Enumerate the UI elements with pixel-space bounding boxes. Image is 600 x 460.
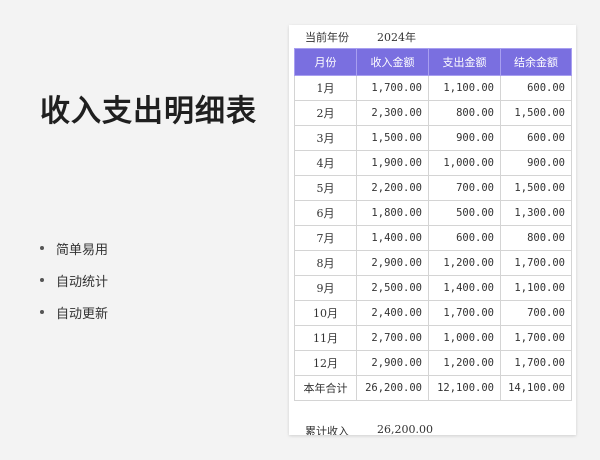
month-cell: 12月 bbox=[294, 350, 357, 376]
balance-cell: 1,500.00 bbox=[500, 100, 572, 126]
income-cell: 1,700.00 bbox=[356, 75, 429, 101]
table-row: 1月 1,700.00 1,100.00 600.00 bbox=[294, 75, 572, 101]
feature-item: 自动更新 bbox=[40, 296, 108, 328]
income-cell: 1,500.00 bbox=[356, 125, 429, 151]
header-balance: 结余金额 bbox=[500, 48, 572, 76]
table-row: 4月 1,900.00 1,000.00 900.00 bbox=[294, 150, 572, 176]
expense-cell: 1,000.00 bbox=[428, 150, 501, 176]
balance-cell: 600.00 bbox=[500, 75, 572, 101]
bullet-icon bbox=[40, 278, 44, 282]
spreadsheet-preview: 当前年份 2024年 月份 收入金额 支出金额 结余金额 1月 1,700.00 1… bbox=[289, 25, 576, 435]
feature-item: 自动统计 bbox=[40, 264, 108, 296]
cumulative-label: 累计收入 bbox=[305, 425, 349, 435]
balance-cell: 1,700.00 bbox=[500, 250, 572, 276]
feature-label: 简单易用 bbox=[56, 242, 109, 258]
header-month: 月份 bbox=[294, 48, 357, 76]
income-cell: 1,900.00 bbox=[356, 150, 429, 176]
balance-cell: 800.00 bbox=[500, 225, 572, 251]
feature-item: 简单易用 bbox=[40, 232, 108, 264]
ledger-table: 月份 收入金额 支出金额 结余金额 1月 1,700.00 1,100.00 600.… bbox=[294, 48, 572, 401]
month-cell: 4月 bbox=[294, 150, 357, 176]
expense-cell: 1,100.00 bbox=[428, 75, 501, 101]
table-row: 2月 2,300.00 800.00 1,500.00 bbox=[294, 100, 572, 126]
table-row: 11月 2,700.00 1,000.00 1,700.00 bbox=[294, 325, 572, 351]
month-cell: 本年合计 bbox=[294, 375, 357, 401]
table-row: 12月 2,900.00 1,200.00 1,700.00 bbox=[294, 350, 572, 376]
income-cell: 1,800.00 bbox=[356, 200, 429, 226]
expense-cell: 1,000.00 bbox=[428, 325, 501, 351]
month-cell: 1月 bbox=[294, 75, 357, 101]
expense-cell: 1,700.00 bbox=[428, 300, 501, 326]
feature-label: 自动统计 bbox=[56, 274, 109, 290]
feature-label: 自动更新 bbox=[56, 306, 109, 322]
month-cell: 8月 bbox=[294, 250, 357, 276]
expense-cell: 1,200.00 bbox=[428, 250, 501, 276]
balance-cell: 1,100.00 bbox=[500, 275, 572, 301]
balance-cell: 14,100.00 bbox=[500, 375, 572, 401]
month-cell: 3月 bbox=[294, 125, 357, 151]
table-body: 1月 1,700.00 1,100.00 600.00 2月 2,300.00 800.00… bbox=[294, 75, 572, 401]
year-value: 2024年 bbox=[377, 30, 416, 44]
cumulative-value: 26,200.00 bbox=[377, 423, 433, 435]
income-cell: 2,500.00 bbox=[356, 275, 429, 301]
expense-cell: 12,100.00 bbox=[428, 375, 501, 401]
income-cell: 2,400.00 bbox=[356, 300, 429, 326]
bullet-icon bbox=[40, 310, 44, 314]
month-cell: 5月 bbox=[294, 175, 357, 201]
month-cell: 11月 bbox=[294, 325, 357, 351]
table-row: 7月 1,400.00 600.00 800.00 bbox=[294, 225, 572, 251]
balance-cell: 700.00 bbox=[500, 300, 572, 326]
month-cell: 10月 bbox=[294, 300, 357, 326]
income-cell: 1,400.00 bbox=[356, 225, 429, 251]
balance-cell: 900.00 bbox=[500, 150, 572, 176]
expense-cell: 700.00 bbox=[428, 175, 501, 201]
balance-cell: 1,700.00 bbox=[500, 350, 572, 376]
table-row: 9月 2,500.00 1,400.00 1,100.00 bbox=[294, 275, 572, 301]
cumulative-row: 累计收入 26,200.00 bbox=[305, 423, 433, 435]
feature-list: 简单易用 自动统计 自动更新 bbox=[40, 232, 108, 328]
income-cell: 2,900.00 bbox=[356, 350, 429, 376]
expense-cell: 800.00 bbox=[428, 100, 501, 126]
month-cell: 9月 bbox=[294, 275, 357, 301]
year-label: 当前年份 bbox=[305, 30, 349, 44]
income-cell: 26,200.00 bbox=[356, 375, 429, 401]
expense-cell: 1,400.00 bbox=[428, 275, 501, 301]
income-cell: 2,900.00 bbox=[356, 250, 429, 276]
balance-cell: 1,700.00 bbox=[500, 325, 572, 351]
balance-cell: 600.00 bbox=[500, 125, 572, 151]
table-row: 本年合计 26,200.00 12,100.00 14,100.00 bbox=[294, 375, 572, 401]
table-row: 8月 2,900.00 1,200.00 1,700.00 bbox=[294, 250, 572, 276]
income-cell: 2,300.00 bbox=[356, 100, 429, 126]
income-cell: 2,700.00 bbox=[356, 325, 429, 351]
bullet-icon bbox=[40, 246, 44, 250]
table-row: 3月 1,500.00 900.00 600.00 bbox=[294, 125, 572, 151]
intro-panel: 收入支出明细表 简单易用 自动统计 自动更新 bbox=[0, 0, 280, 460]
expense-cell: 600.00 bbox=[428, 225, 501, 251]
table-row: 10月 2,400.00 1,700.00 700.00 bbox=[294, 300, 572, 326]
month-cell: 6月 bbox=[294, 200, 357, 226]
balance-cell: 1,300.00 bbox=[500, 200, 572, 226]
table-row: 6月 1,800.00 500.00 1,300.00 bbox=[294, 200, 572, 226]
page-title: 收入支出明细表 bbox=[40, 94, 257, 129]
expense-cell: 900.00 bbox=[428, 125, 501, 151]
expense-cell: 500.00 bbox=[428, 200, 501, 226]
income-cell: 2,200.00 bbox=[356, 175, 429, 201]
expense-cell: 1,200.00 bbox=[428, 350, 501, 376]
table-row: 5月 2,200.00 700.00 1,500.00 bbox=[294, 175, 572, 201]
header-expense: 支出金额 bbox=[428, 48, 501, 76]
balance-cell: 1,500.00 bbox=[500, 175, 572, 201]
month-cell: 2月 bbox=[294, 100, 357, 126]
table-header-row: 月份 收入金额 支出金额 结余金额 bbox=[294, 48, 572, 76]
year-row: 当前年份 2024年 bbox=[289, 25, 576, 48]
header-income: 收入金额 bbox=[356, 48, 429, 76]
month-cell: 7月 bbox=[294, 225, 357, 251]
